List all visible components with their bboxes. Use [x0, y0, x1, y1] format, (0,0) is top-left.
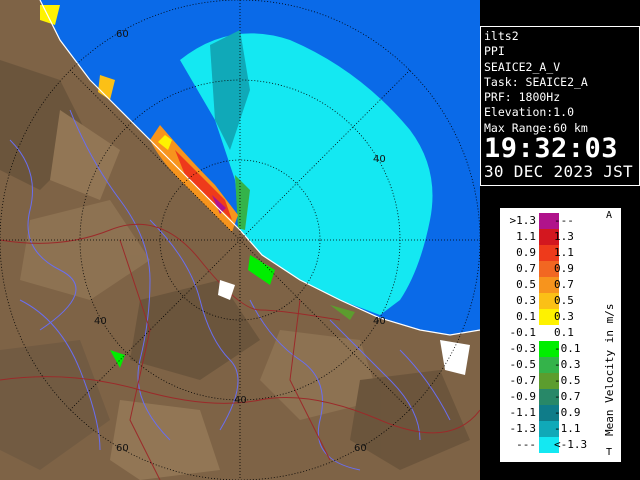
legend-high-label: 0.3: [554, 310, 574, 323]
legend-top-mark: A: [606, 210, 613, 221]
range-label-60-bottomright: 60: [354, 443, 367, 454]
range-label-60-topleft: 60: [116, 29, 129, 40]
legend-low-label: 0.1: [516, 310, 536, 323]
legend-high-label: <-1.3: [554, 438, 588, 451]
site-name: ilts2: [484, 29, 519, 43]
range-label-40-right: 40: [373, 316, 386, 327]
legend-high-label: ---: [554, 214, 574, 227]
legend-high-label: -1.1: [554, 422, 581, 435]
radar-info-panel: ilts2 PPI SEAICE2_A_V Task: SEAICE2_A PR…: [480, 26, 640, 186]
legend-low-label: -1.1: [509, 406, 537, 419]
legend-high-label: 0.9: [554, 262, 574, 275]
elevation-value: Elevation:1.0: [484, 105, 575, 120]
scan-name: SEAICE2_A_V: [484, 59, 561, 74]
legend-low-label: 0.3: [516, 294, 536, 307]
legend-unit-label: Mean Velocity in m/s: [603, 303, 616, 436]
legend-high-label: -0.7: [554, 390, 581, 403]
legend-low-label: 0.7: [516, 262, 536, 275]
legend-bottom-mark: T: [606, 447, 613, 458]
range-label-60-bottomleft: 60: [116, 443, 129, 454]
legend-high-label: 0.1: [554, 326, 574, 339]
legend-high-label: -0.1: [554, 342, 581, 355]
legend-low-label: ---: [516, 438, 536, 451]
legend-low-label: -0.9: [509, 390, 537, 403]
velocity-legend: >1.3 --- 1.1 1.3 0.9 1.1 0.7 0.9 0.5 0.7 0.3 0.5 0.1…: [500, 208, 621, 462]
legend-high-label: -0.9: [554, 406, 581, 419]
radar-map[interactable]: 40 40 40 40 60 60 60: [0, 0, 480, 480]
legend-high-label: 0.5: [554, 294, 574, 307]
legend-low-label: -0.3: [509, 342, 537, 355]
legend-high-label: 1.3: [554, 230, 574, 243]
legend-high-label: -0.3: [554, 358, 581, 371]
legend-low-label: >1.3: [509, 214, 537, 227]
observation-date: 30 DEC 2023 JST: [484, 162, 633, 182]
legend-high-label: -0.5: [554, 374, 581, 387]
prf-value: PRF: 1800Hz: [484, 90, 561, 105]
range-label-40-top: 40: [373, 154, 386, 165]
legend-low-label: -1.3: [509, 422, 537, 435]
legend-low-label: -0.1: [509, 326, 537, 339]
range-label-40-bottom: 40: [234, 395, 247, 406]
legend-low-label: -0.5: [509, 358, 537, 371]
legend-high-label: 0.7: [554, 278, 574, 291]
legend-low-label: 0.5: [516, 278, 536, 291]
legend-low-label: -0.7: [509, 374, 537, 387]
task-name: Task: SEAICE2_A: [484, 74, 588, 89]
legend-low-label: 0.9: [516, 246, 536, 259]
product-type: PPI: [484, 44, 505, 59]
legend-high-label: 1.1: [554, 246, 574, 259]
range-label-40-left: 40: [94, 316, 107, 327]
legend-low-label: 1.1: [516, 230, 536, 243]
observation-time: 19:32:03: [484, 133, 619, 165]
